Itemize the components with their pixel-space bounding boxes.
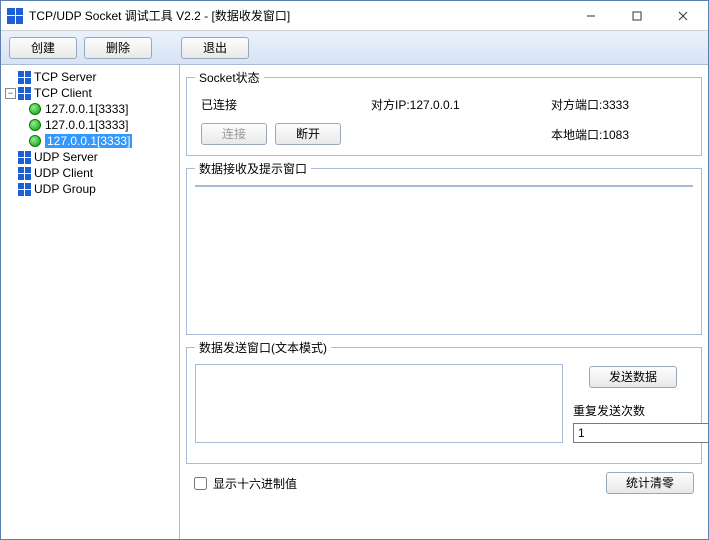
app-icon: [7, 8, 23, 24]
send-textarea[interactable]: [195, 364, 563, 443]
send-group: 数据发送窗口(文本模式) 发送数据 重复发送次数: [186, 339, 702, 464]
folder-icon: [18, 71, 31, 84]
clear-stats-button[interactable]: 统计清零: [606, 472, 694, 494]
folder-icon: [18, 167, 31, 180]
folder-icon: [18, 151, 31, 164]
collapse-icon[interactable]: −: [5, 88, 16, 99]
bottom-row: 显示十六进制值 统计清零: [186, 468, 702, 494]
tree-client-item[interactable]: 127.0.0.1[3333]: [3, 117, 177, 133]
repeat-combo[interactable]: [573, 423, 693, 443]
content-panel: Socket状态 已连接 对方IP:127.0.0.1 对方端口:3333 连接…: [180, 65, 708, 539]
peer-ip: 对方IP:127.0.0.1: [371, 96, 551, 113]
tree-client-item[interactable]: 127.0.0.1[3333]: [3, 133, 177, 149]
tree-sidebar[interactable]: TCP Server − TCP Client 127.0.0.1[3333] …: [1, 65, 180, 539]
hex-label-text: 显示十六进制值: [213, 475, 297, 492]
minimize-button[interactable]: [568, 2, 614, 30]
hex-checkbox-label[interactable]: 显示十六进制值: [194, 475, 297, 492]
folder-icon: [18, 183, 31, 196]
receive-legend: 数据接收及提示窗口: [195, 160, 311, 177]
tree-tcp-client[interactable]: − TCP Client: [3, 85, 177, 101]
connect-button[interactable]: 连接: [201, 123, 267, 145]
main-area: TCP Server − TCP Client 127.0.0.1[3333] …: [1, 65, 708, 539]
receive-group: 数据接收及提示窗口: [186, 160, 702, 335]
send-data-button[interactable]: 发送数据: [589, 366, 677, 388]
connected-icon: [29, 135, 41, 147]
tree-udp-client[interactable]: UDP Client: [3, 165, 177, 181]
close-button[interactable]: [660, 2, 706, 30]
hex-checkbox[interactable]: [194, 477, 207, 490]
exit-button[interactable]: 退出: [181, 37, 249, 59]
send-legend: 数据发送窗口(文本模式): [195, 339, 331, 356]
tree-udp-server[interactable]: UDP Server: [3, 149, 177, 165]
repeat-input[interactable]: [573, 423, 708, 443]
window-title: TCP/UDP Socket 调试工具 V2.2 - [数据收发窗口]: [29, 7, 568, 24]
delete-button[interactable]: 删除: [84, 37, 152, 59]
repeat-label: 重复发送次数: [573, 402, 693, 419]
create-button[interactable]: 创建: [9, 37, 77, 59]
tree-tcp-server[interactable]: TCP Server: [3, 69, 177, 85]
connected-icon: [29, 103, 41, 115]
toolbar: 创建 删除 退出: [1, 31, 708, 65]
connection-state: 已连接: [201, 96, 371, 113]
folder-icon: [18, 87, 31, 100]
tree-udp-group[interactable]: UDP Group: [3, 181, 177, 197]
receive-textarea[interactable]: [195, 185, 693, 187]
peer-port: 对方端口:3333: [551, 96, 687, 113]
connected-icon: [29, 119, 41, 131]
window-controls: [568, 2, 706, 30]
status-legend: Socket状态: [195, 69, 264, 86]
send-side-panel: 发送数据 重复发送次数: [573, 364, 693, 443]
title-bar: TCP/UDP Socket 调试工具 V2.2 - [数据收发窗口]: [1, 1, 708, 31]
tree-client-item[interactable]: 127.0.0.1[3333]: [3, 101, 177, 117]
local-port: 本地端口:1083: [551, 126, 687, 143]
disconnect-button[interactable]: 断开: [275, 123, 341, 145]
socket-status-group: Socket状态 已连接 对方IP:127.0.0.1 对方端口:3333 连接…: [186, 69, 702, 156]
maximize-button[interactable]: [614, 2, 660, 30]
